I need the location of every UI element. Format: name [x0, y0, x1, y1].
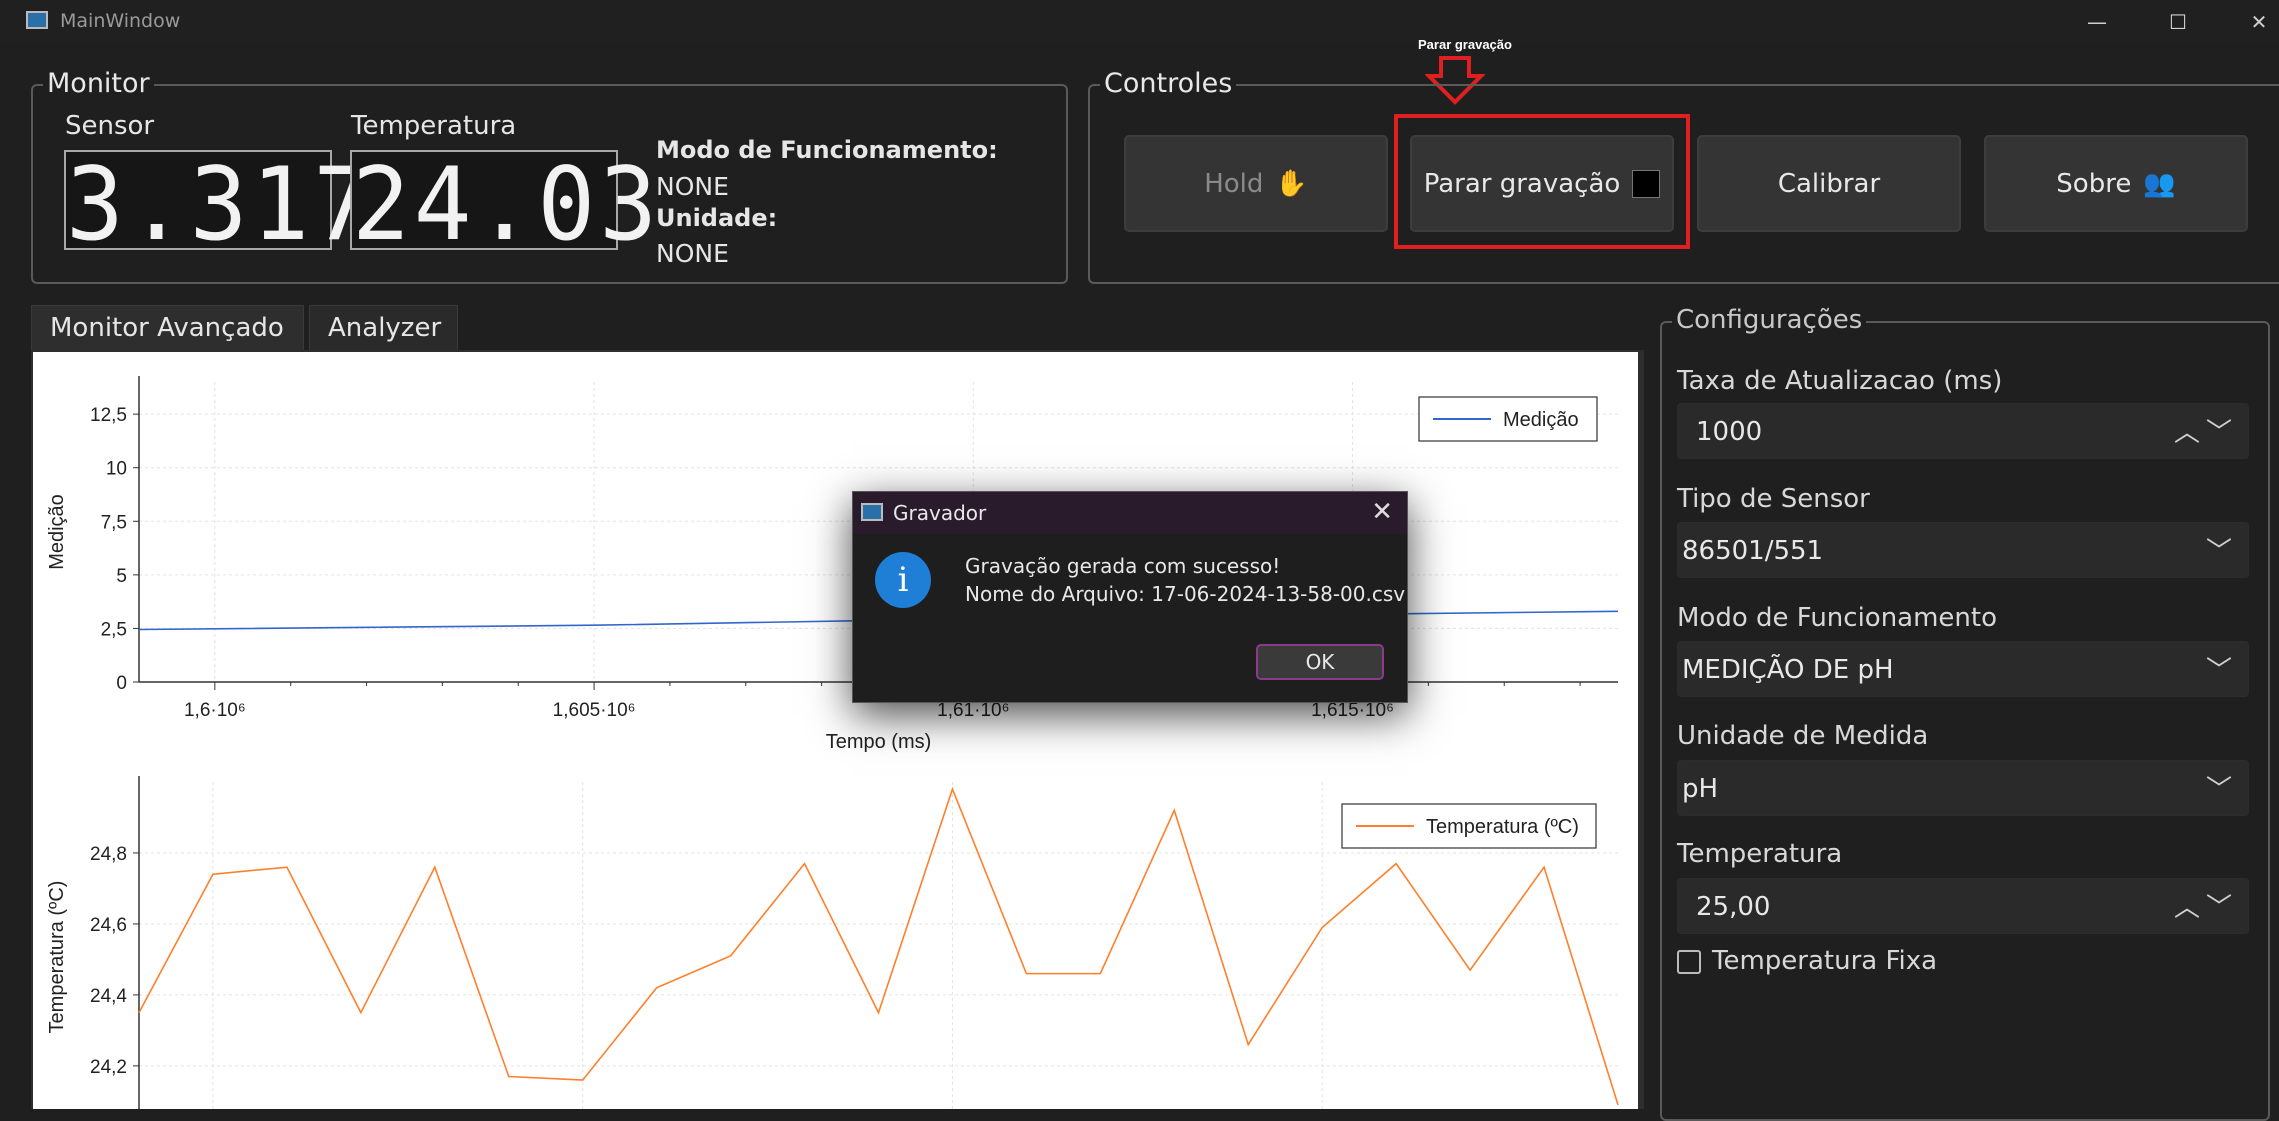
- maximize-button[interactable]: ☐: [2143, 0, 2213, 44]
- rate-value: 1000: [1696, 417, 1763, 447]
- mode-combo-value: MEDIÇÃO DE pH: [1682, 655, 1894, 685]
- dialog-app-icon: [861, 503, 883, 521]
- chevron-down-icon: ﹀: [2205, 775, 2238, 805]
- mode-label: Modo de Funcionamento:: [656, 136, 998, 164]
- title-bar: MainWindow — ☐ ✕: [0, 0, 2279, 44]
- spin-arrows-icon[interactable]: ︿﹀: [2174, 412, 2238, 449]
- stop-recording-button[interactable]: Parar gravação: [1410, 135, 1674, 232]
- temperature-value: 24.03: [352, 145, 661, 263]
- legend-label: Medição: [1503, 409, 1579, 431]
- stop-recording-label: Parar gravação: [1423, 168, 1621, 199]
- y-tick-label: 7,5: [101, 512, 127, 533]
- tab-monitor-avancado[interactable]: Monitor Avançado: [31, 305, 304, 351]
- minimize-button[interactable]: —: [2062, 0, 2132, 44]
- controls-group-title: Controles: [1100, 68, 1237, 99]
- mode-value: NONE: [656, 172, 729, 201]
- fixed-temp-checkbox[interactable]: [1677, 950, 1701, 974]
- about-button-label: Sobre: [2056, 168, 2132, 199]
- y-tick-label: 10: [106, 459, 127, 480]
- annotation-label: Parar gravação: [1418, 37, 1512, 52]
- y-tick-label: 24,6: [90, 915, 127, 936]
- dialog-title: Gravador: [893, 501, 987, 525]
- y-tick-label: 24,2: [90, 1057, 127, 1078]
- sensor-label: Sensor: [65, 111, 155, 141]
- unit-combo-value: pH: [1682, 774, 1719, 804]
- mode-config-label: Modo de Funcionamento: [1677, 603, 1998, 633]
- dialog-message-line2: Nome do Arquivo: 17-06-2024-13-58-00.csv: [965, 582, 1406, 606]
- dialog-message-line1: Gravação gerada com sucesso!: [965, 554, 1281, 578]
- temperature-label: Temperatura: [351, 111, 517, 141]
- about-button[interactable]: Sobre 👥: [1984, 135, 2248, 232]
- recorder-dialog: Gravador ✕ i Gravação gerada com sucesso…: [852, 491, 1408, 703]
- y-axis-label: Temperatura (ºC): [46, 881, 68, 1034]
- app-icon: [26, 11, 48, 29]
- temp-spinbox[interactable]: 25,00 ︿﹀: [1677, 878, 2249, 934]
- x-tick-label: 1,61·10⁶: [937, 700, 1009, 721]
- hand-icon: ✋: [1275, 168, 1308, 199]
- y-tick-label: 12,5: [90, 405, 127, 426]
- close-button[interactable]: ✕: [2224, 0, 2279, 44]
- unit-combo[interactable]: pH ﹀: [1677, 760, 2249, 816]
- unit-label: Unidade:: [656, 204, 778, 232]
- people-icon: 👥: [2143, 168, 2176, 199]
- spin-arrows-icon[interactable]: ︿﹀: [2174, 887, 2238, 924]
- stop-square-icon: [1632, 169, 1661, 198]
- sensor-value: 3.317: [66, 145, 375, 263]
- x-tick-label: 1,605·10⁶: [553, 700, 636, 721]
- x-axis-label: Tempo (ms): [826, 731, 932, 753]
- y-axis-label: Medição: [46, 494, 68, 570]
- info-icon: i: [875, 552, 931, 608]
- sensor-type-combo[interactable]: 86501/551 ﹀: [1677, 522, 2249, 578]
- unit-value: NONE: [656, 239, 729, 268]
- rate-spinbox[interactable]: 1000 ︿﹀: [1677, 403, 2249, 459]
- hold-button-label: Hold: [1204, 168, 1264, 199]
- config-group-title: Configurações: [1672, 305, 1867, 335]
- window-title: MainWindow: [60, 10, 181, 32]
- unit-config-label: Unidade de Medida: [1677, 721, 1929, 751]
- sensor-type-label: Tipo de Sensor: [1677, 484, 1870, 514]
- x-tick-label: 1,615·10⁶: [1311, 700, 1394, 721]
- y-tick-label: 24,8: [90, 844, 127, 865]
- dialog-close-icon[interactable]: ✕: [1371, 497, 1393, 527]
- x-tick-label: 1,6·10⁶: [184, 700, 246, 721]
- y-tick-label: 0: [116, 673, 127, 694]
- sensor-type-value: 86501/551: [1682, 536, 1824, 566]
- charts-canvas: 0 2,5 5 7,5 10 12,5 1,6·10⁶ 1,605·10⁶ 1,61·10⁶ 1,…: [33, 352, 1638, 1109]
- temp-config-label: Temperatura: [1677, 839, 1843, 869]
- temperature-lcd: 24.03: [350, 145, 661, 263]
- y-tick-label: 5: [116, 566, 127, 587]
- calibrate-button[interactable]: Calibrar: [1697, 135, 1961, 232]
- ok-button[interactable]: OK: [1256, 644, 1384, 680]
- chevron-down-icon: ﹀: [2205, 537, 2238, 567]
- temp-config-value: 25,00: [1696, 892, 1771, 922]
- chevron-down-icon: ﹀: [2205, 656, 2238, 686]
- tab-analyzer[interactable]: Analyzer: [309, 305, 458, 351]
- monitor-group-title: Monitor: [43, 68, 154, 99]
- fixed-temp-label: Temperatura Fixa: [1712, 946, 1938, 976]
- hold-button[interactable]: Hold ✋: [1124, 135, 1388, 232]
- y-tick-label: 2,5: [101, 619, 127, 640]
- sensor-lcd: 3.317: [64, 145, 375, 263]
- y-tick-label: 24,4: [90, 986, 127, 1007]
- legend-label: Temperatura (ºC): [1426, 816, 1579, 838]
- rate-label: Taxa de Atualizacao (ms): [1677, 366, 2003, 396]
- mode-combo[interactable]: MEDIÇÃO DE pH ﹀: [1677, 641, 2249, 697]
